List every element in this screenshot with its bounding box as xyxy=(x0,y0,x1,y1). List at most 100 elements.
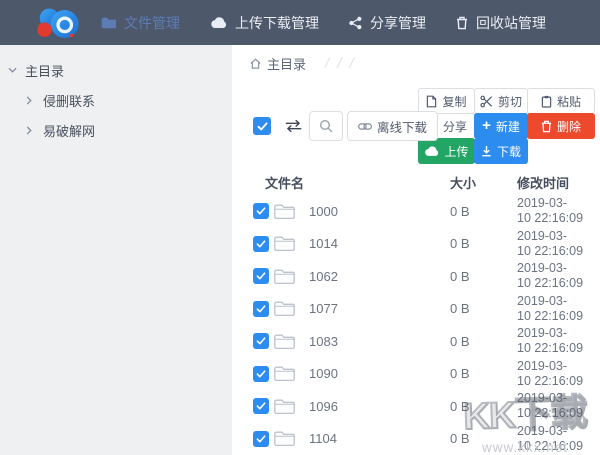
row-checkbox[interactable] xyxy=(253,235,269,252)
tree-item-child[interactable]: 侵删联系 xyxy=(0,85,232,115)
download-icon xyxy=(481,145,492,157)
nav-tab-share-management[interactable]: 分享管理 xyxy=(349,13,426,33)
folder-outline-icon xyxy=(273,333,296,350)
folder-outline-icon xyxy=(273,203,296,220)
row-checkbox[interactable] xyxy=(253,203,269,220)
file-mtime: 2019-03- 10 22:16:09 xyxy=(517,196,584,226)
breadcrumb[interactable]: 主目录 / / / xyxy=(249,54,356,73)
row-checkbox[interactable] xyxy=(253,333,269,350)
file-name: 1000 xyxy=(309,203,338,219)
sidebar-tree: 主目录 侵删联系 易破解网 xyxy=(0,45,232,455)
select-all-checkbox[interactable] xyxy=(253,117,271,135)
row-checkbox[interactable] xyxy=(253,398,269,415)
table-row[interactable]: 1062 0 B 2019-03- 10 22:16:09 xyxy=(232,260,600,293)
table-row[interactable]: 1090 0 B 2019-03- 10 22:16:09 xyxy=(232,358,600,391)
watermark-slashes: / / / xyxy=(325,55,356,72)
search-button[interactable] xyxy=(309,111,343,141)
nav-tab-recycle-bin-management[interactable]: 回收站管理 xyxy=(456,13,546,33)
file-size: 0 B xyxy=(450,268,470,284)
row-checkbox[interactable] xyxy=(253,430,269,447)
file-mtime: 2019-03- 10 22:16:09 xyxy=(517,261,584,291)
nav-tab-label: 上传下载管理 xyxy=(235,14,319,31)
search-icon xyxy=(319,119,333,133)
chevron-right-icon xyxy=(26,95,36,105)
column-header-name[interactable]: 文件名 xyxy=(253,173,450,192)
home-icon xyxy=(249,57,262,70)
folder-icon xyxy=(101,17,116,29)
file-name: 1096 xyxy=(309,398,338,414)
file-table: 1000 0 B 2019-03- 10 22:16:09 1014 0 B 20… xyxy=(232,195,600,455)
folder-outline-icon xyxy=(273,300,296,317)
upload-button[interactable]: 上传 xyxy=(418,138,475,164)
file-mtime: 2019-03- 10 22:16:09 xyxy=(517,423,584,453)
cloud-disk-logo-icon xyxy=(37,8,79,38)
delete-button[interactable]: 删除 xyxy=(527,113,595,139)
selection-toolbar: 离线下载 xyxy=(253,111,439,141)
folder-outline-icon xyxy=(273,268,296,285)
file-size: 0 B xyxy=(450,431,470,447)
file-mtime: 2019-03- 10 22:16:09 xyxy=(517,358,584,388)
file-name: 1077 xyxy=(309,301,338,317)
nav-tab-label: 回收站管理 xyxy=(476,14,546,31)
offline-download-button[interactable]: 离线下载 xyxy=(347,111,439,141)
toolbar-button-grid: 复制 剪切 粘贴 分享 + 新建 删除 上传 下载 xyxy=(418,88,595,164)
file-mtime: 2019-03- 10 22:16:09 xyxy=(517,326,584,356)
file-size: 0 B xyxy=(450,236,470,252)
folder-outline-icon xyxy=(273,398,296,415)
nav-tab-label: 文件管理 xyxy=(124,14,180,31)
new-button[interactable]: + 新建 xyxy=(474,113,528,139)
main-content: 主目录 / / / 复制 剪切 粘贴 分享 + 新建 删除 上传 下载 离线下载… xyxy=(232,45,600,455)
scissors-icon xyxy=(480,95,493,108)
link-icon xyxy=(358,122,372,131)
tree-item-label: 易破解网 xyxy=(43,123,96,139)
file-name: 1014 xyxy=(309,236,338,252)
app-logo xyxy=(33,3,85,43)
copy-icon xyxy=(426,95,437,108)
folder-outline-icon xyxy=(273,365,296,382)
clipboard-icon xyxy=(541,95,552,108)
grid-spacer xyxy=(527,138,595,164)
table-header: 文件名 大小 修改时间 xyxy=(232,170,600,195)
file-name: 1062 xyxy=(309,268,338,284)
paste-button[interactable]: 粘贴 xyxy=(527,88,595,114)
trash-icon xyxy=(456,16,468,30)
table-row[interactable]: 1000 0 B 2019-03- 10 22:16:09 xyxy=(232,195,600,228)
folder-outline-icon xyxy=(273,235,296,252)
breadcrumb-label: 主目录 xyxy=(267,57,307,72)
nav-tab-file-management[interactable]: 文件管理 xyxy=(101,13,180,33)
cut-button[interactable]: 剪切 xyxy=(474,88,528,114)
swap-arrows-icon[interactable] xyxy=(284,119,303,133)
app-window: 文件管理 上传下载管理 分享管理 回收站管理 主目录 侵删联系 易破解网 主目录… xyxy=(0,0,600,455)
nav-tab-label: 分享管理 xyxy=(370,14,426,31)
file-size: 0 B xyxy=(450,398,470,414)
chevron-right-icon xyxy=(26,125,36,135)
tree-item-child[interactable]: 易破解网 xyxy=(0,115,232,145)
tree-item-root[interactable]: 主目录 xyxy=(0,55,232,85)
table-row[interactable]: 1077 0 B 2019-03- 10 22:16:09 xyxy=(232,293,600,326)
cloud-icon xyxy=(210,16,227,29)
file-name: 1104 xyxy=(309,431,337,447)
table-row[interactable]: 1104 0 B 2019-03- 10 22:16:09 xyxy=(232,423,600,455)
tree-item-label: 侵删联系 xyxy=(43,93,96,109)
table-row[interactable]: 1096 0 B 2019-03- 10 22:16:09 xyxy=(232,390,600,423)
nav-tab-upload-download-management[interactable]: 上传下载管理 xyxy=(210,13,319,33)
cloud-upload-icon xyxy=(424,145,439,157)
top-navbar: 文件管理 上传下载管理 分享管理 回收站管理 xyxy=(0,0,600,45)
file-size: 0 B xyxy=(450,333,470,349)
column-header-size[interactable]: 大小 xyxy=(450,173,517,192)
row-checkbox[interactable] xyxy=(253,365,269,382)
file-size: 0 B xyxy=(450,366,470,382)
chevron-down-icon xyxy=(8,67,18,73)
share-icon xyxy=(349,16,362,30)
file-size: 0 B xyxy=(450,301,470,317)
folder-outline-icon xyxy=(273,430,296,447)
table-row[interactable]: 1014 0 B 2019-03- 10 22:16:09 xyxy=(232,228,600,261)
file-size: 0 B xyxy=(450,203,470,219)
file-mtime: 2019-03- 10 22:16:09 xyxy=(517,228,584,258)
column-header-time[interactable]: 修改时间 xyxy=(517,173,600,192)
row-checkbox[interactable] xyxy=(253,300,269,317)
table-row[interactable]: 1083 0 B 2019-03- 10 22:16:09 xyxy=(232,325,600,358)
row-checkbox[interactable] xyxy=(253,268,269,285)
file-name: 1090 xyxy=(309,366,338,382)
download-button[interactable]: 下载 xyxy=(474,138,528,164)
